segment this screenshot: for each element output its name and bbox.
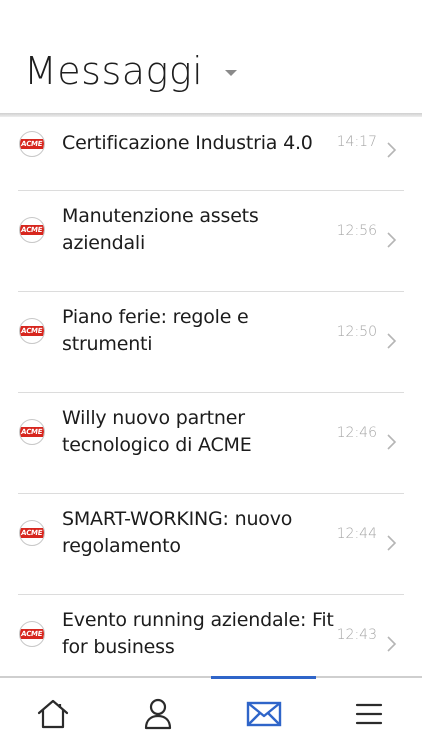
nav-menu[interactable] [316, 678, 421, 750]
menu-icon [355, 703, 382, 725]
message-subject: Willy nuovo partner tecnologico di ACME [62, 407, 252, 456]
message-subject: Piano ferie: regole e strumenti [62, 306, 249, 355]
list-item[interactable]: ACME Manutenzione assets aziendali 12:56 [0, 191, 422, 292]
message-subject: SMART-WORKING: nuovo regolamento [62, 508, 293, 557]
user-icon [144, 698, 171, 730]
nav-messages[interactable] [211, 678, 316, 750]
title-dropdown[interactable]: Messaggi [24, 48, 238, 94]
message-time: 12:43 [336, 627, 377, 643]
message-time: 14:17 [336, 134, 377, 150]
sender-logo: ACME [19, 217, 45, 243]
bottom-navigation [0, 676, 422, 750]
list-item[interactable]: ACME Willy nuovo partner tecnologico di … [0, 393, 422, 494]
nav-profile[interactable] [105, 678, 210, 750]
sender-logo: ACME [19, 621, 45, 647]
chevron-right-icon [387, 232, 397, 248]
sender-logo: ACME [19, 419, 45, 445]
page-header: Messaggi [0, 0, 422, 116]
chevron-right-icon [387, 333, 397, 349]
page-title: Messaggi [24, 49, 204, 93]
chevron-right-icon [387, 636, 397, 652]
envelope-icon [246, 701, 281, 727]
chevron-right-icon [387, 434, 397, 450]
chevron-right-icon [387, 142, 397, 158]
list-item[interactable]: ACME Certificazione Industria 4.0 14:17 [0, 117, 422, 191]
caret-down-icon[interactable] [225, 70, 238, 76]
list-item[interactable]: ACME SMART-WORKING: nuovo regolamento 12… [0, 494, 422, 595]
home-icon [37, 699, 68, 729]
message-subject: Certificazione Industria 4.0 [62, 132, 313, 154]
message-time: 12:44 [336, 526, 377, 542]
sender-logo: ACME [19, 318, 45, 344]
message-time: 12:56 [336, 223, 377, 239]
message-subject: Evento running aziendale: Fit for busine… [62, 609, 334, 658]
message-subject: Manutenzione assets aziendali [62, 205, 259, 254]
messages-screen: Messaggi ACME Certificazione Industria 4… [0, 0, 422, 750]
nav-home[interactable] [0, 678, 105, 750]
chevron-right-icon [387, 535, 397, 551]
sender-logo: ACME [19, 520, 45, 546]
message-list[interactable]: ACME Certificazione Industria 4.0 14:17 … [0, 117, 422, 677]
message-time: 12:50 [336, 324, 377, 340]
message-time: 12:46 [336, 425, 377, 441]
sender-logo: ACME [19, 131, 45, 157]
list-item[interactable]: ACME Evento running aziendale: Fit for b… [0, 595, 422, 677]
list-item[interactable]: ACME Piano ferie: regole e strumenti 12:… [0, 292, 422, 393]
header-shadow [0, 113, 422, 117]
